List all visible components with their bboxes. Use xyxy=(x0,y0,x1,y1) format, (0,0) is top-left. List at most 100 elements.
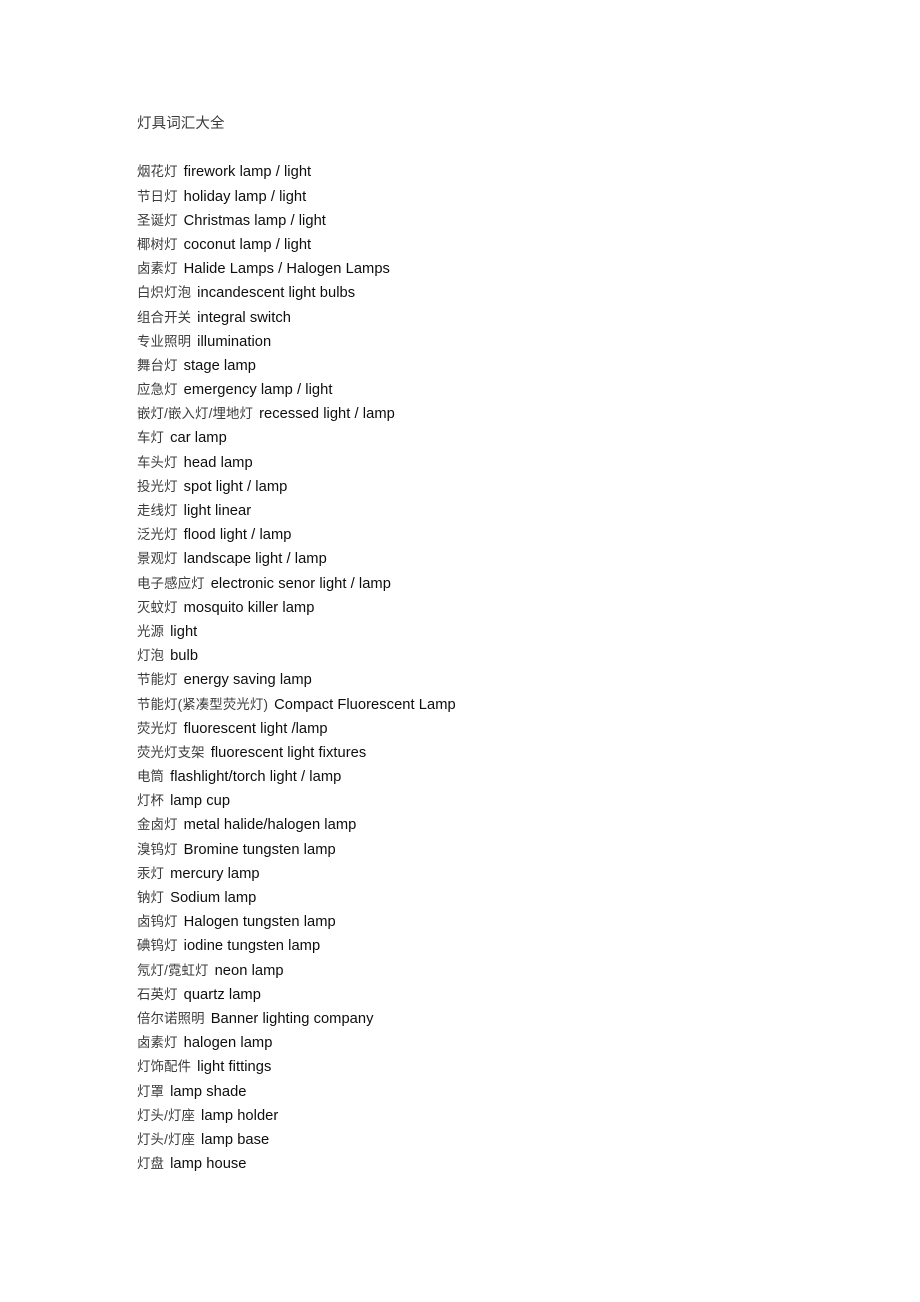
vocabulary-entry: 石英灯 quartz lamp xyxy=(137,983,837,1007)
entry-term-english: fluorescent light /lamp xyxy=(183,720,328,737)
entry-term-english: incandescent light bulbs xyxy=(197,285,356,302)
entry-term-chinese: 节日灯 xyxy=(137,188,178,204)
vocabulary-entry: 卤素灯 Halide Lamps / Halogen Lamps xyxy=(137,257,837,281)
entry-term-english: recessed light / lamp xyxy=(259,406,395,423)
entry-term-chinese: 灯盘 xyxy=(137,1156,165,1172)
entry-term-chinese: 泛光灯 xyxy=(137,527,178,543)
entry-term-chinese: 碘钨灯 xyxy=(137,938,178,954)
entry-term-english: Compact Fluorescent Lamp xyxy=(274,696,456,713)
entry-term-chinese: 嵌灯/嵌入灯/埋地灯 xyxy=(137,406,254,422)
vocabulary-entry: 节日灯 holiday lamp / light xyxy=(137,185,837,209)
vocabulary-entry: 车灯 car lamp xyxy=(137,426,837,450)
entry-term-english: car lamp xyxy=(170,430,227,447)
vocabulary-entry: 舞台灯 stage lamp xyxy=(137,354,837,378)
entry-term-chinese: 投光灯 xyxy=(137,478,178,494)
entry-term-chinese: 荧光灯 xyxy=(137,720,178,736)
entry-term-english: Bromine tungsten lamp xyxy=(183,841,336,858)
entry-term-english: energy saving lamp xyxy=(183,672,312,689)
entry-term-english: bulb xyxy=(170,648,199,665)
vocabulary-entry: 专业照明 illumination xyxy=(137,330,837,354)
vocabulary-entry: 灯盘 lamp house xyxy=(137,1152,837,1176)
vocabulary-entry: 灯杯 lamp cup xyxy=(137,789,837,813)
vocabulary-entry: 组合开关 integral switch xyxy=(137,306,837,330)
entry-term-chinese: 电子感应灯 xyxy=(137,575,205,591)
vocabulary-entry: 卤钨灯 Halogen tungsten lamp xyxy=(137,910,837,934)
entry-term-chinese: 卤素灯 xyxy=(137,1035,178,1051)
vocabulary-entry: 节能灯 energy saving lamp xyxy=(137,668,837,692)
vocabulary-entry: 灯头/灯座 lamp holder xyxy=(137,1104,837,1128)
vocabulary-entry: 金卤灯 metal halide/halogen lamp xyxy=(137,813,837,837)
entry-term-chinese: 椰树灯 xyxy=(137,236,178,252)
entry-term-english: light linear xyxy=(183,503,252,520)
entry-term-english: flood light / lamp xyxy=(183,527,292,544)
vocabulary-entry: 卤素灯 halogen lamp xyxy=(137,1031,837,1055)
entry-term-chinese: 灯罩 xyxy=(137,1083,165,1099)
vocabulary-entry: 灯饰配件 light fittings xyxy=(137,1055,837,1079)
document-page: 灯具词汇大全 烟花灯 firework lamp / light 节日灯 holida… xyxy=(0,0,920,1302)
vocabulary-entry: 景观灯 landscape light / lamp xyxy=(137,547,837,571)
entry-term-chinese: 灭蚊灯 xyxy=(137,599,178,615)
entry-term-english: iodine tungsten lamp xyxy=(183,938,321,955)
vocabulary-entry: 应急灯 emergency lamp / light xyxy=(137,378,837,402)
entry-term-english: light xyxy=(170,623,198,640)
vocabulary-entry: 灯泡 bulb xyxy=(137,644,837,668)
vocabulary-entry: 汞灯 mercury lamp xyxy=(137,862,837,886)
entry-term-english: neon lamp xyxy=(214,962,284,979)
entry-term-chinese: 钠灯 xyxy=(137,890,165,906)
entry-term-english: holiday lamp / light xyxy=(183,188,307,205)
entry-term-chinese: 光源 xyxy=(137,623,165,639)
entry-term-english: Banner lighting company xyxy=(210,1010,374,1027)
entry-term-english: fluorescent light fixtures xyxy=(210,744,367,761)
entry-term-english: integral switch xyxy=(197,309,291,326)
entry-term-english: illumination xyxy=(197,333,272,350)
entry-term-english: lamp cup xyxy=(170,793,231,810)
entry-term-chinese: 电筒 xyxy=(137,769,165,785)
entry-term-english: lamp holder xyxy=(201,1107,279,1124)
entry-term-chinese: 节能灯(紧凑型荧光灯) xyxy=(137,696,269,712)
entry-term-english: coconut lamp / light xyxy=(183,236,312,253)
vocabulary-entry: 电子感应灯 electronic senor light / lamp xyxy=(137,572,837,596)
entry-term-english: quartz lamp xyxy=(183,986,261,1003)
document-content: 灯具词汇大全 烟花灯 firework lamp / light 节日灯 holida… xyxy=(137,112,837,1176)
entry-term-chinese: 卤素灯 xyxy=(137,261,178,277)
entry-term-english: mercury lamp xyxy=(170,865,260,882)
vocabulary-entry: 圣诞灯 Christmas lamp / light xyxy=(137,209,837,233)
entry-term-chinese: 车灯 xyxy=(137,430,165,446)
vocabulary-entry: 白炽灯泡 incandescent light bulbs xyxy=(137,281,837,305)
entry-term-chinese: 舞台灯 xyxy=(137,357,178,373)
entry-term-chinese: 应急灯 xyxy=(137,382,178,398)
entry-term-english: Halogen tungsten lamp xyxy=(183,914,336,931)
entry-term-chinese: 金卤灯 xyxy=(137,817,178,833)
entry-term-english: emergency lamp / light xyxy=(183,382,333,399)
entry-term-chinese: 烟花灯 xyxy=(137,164,178,180)
entry-term-english: lamp shade xyxy=(170,1083,247,1100)
entry-term-english: metal halide/halogen lamp xyxy=(183,817,357,834)
vocabulary-entry: 嵌灯/嵌入灯/埋地灯 recessed light / lamp xyxy=(137,402,837,426)
entry-term-english: Sodium lamp xyxy=(170,890,257,907)
entry-term-chinese: 灯头/灯座 xyxy=(137,1131,196,1147)
vocabulary-entry: 车头灯 head lamp xyxy=(137,451,837,475)
entry-term-chinese: 组合开关 xyxy=(137,309,192,325)
entry-term-chinese: 景观灯 xyxy=(137,551,178,567)
entry-term-chinese: 节能灯 xyxy=(137,672,178,688)
entry-term-english: light fittings xyxy=(197,1059,272,1076)
vocabulary-entry: 烟花灯 firework lamp / light xyxy=(137,160,837,184)
title-spacer xyxy=(137,136,837,160)
entry-term-chinese: 白炽灯泡 xyxy=(137,285,192,301)
entry-term-chinese: 石英灯 xyxy=(137,986,178,1002)
entry-term-english: lamp base xyxy=(201,1131,270,1148)
vocabulary-list: 烟花灯 firework lamp / light 节日灯 holiday lamp … xyxy=(137,160,837,1176)
vocabulary-entry: 荧光灯支架 fluorescent light fixtures xyxy=(137,741,837,765)
entry-term-chinese: 走线灯 xyxy=(137,503,178,519)
vocabulary-entry: 钠灯 Sodium lamp xyxy=(137,886,837,910)
vocabulary-entry: 灭蚊灯 mosquito killer lamp xyxy=(137,596,837,620)
vocabulary-entry: 溴钨灯 Bromine tungsten lamp xyxy=(137,838,837,862)
entry-term-english: head lamp xyxy=(183,454,253,471)
vocabulary-entry: 倍尔诺照明 Banner lighting company xyxy=(137,1007,837,1031)
entry-term-chinese: 灯饰配件 xyxy=(137,1059,192,1075)
entry-term-english: electronic senor light / lamp xyxy=(210,575,391,592)
vocabulary-entry: 节能灯(紧凑型荧光灯) Compact Fluorescent Lamp xyxy=(137,693,837,717)
entry-term-chinese: 溴钨灯 xyxy=(137,841,178,857)
entry-term-english: flashlight/torch light / lamp xyxy=(170,769,342,786)
entry-term-english: halogen lamp xyxy=(183,1035,273,1052)
